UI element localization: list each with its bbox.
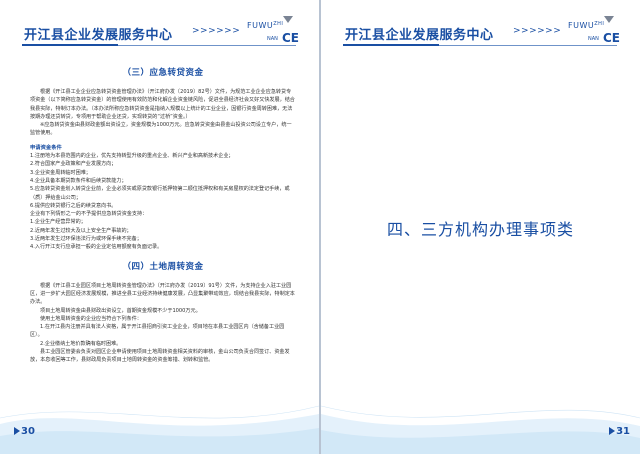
footer-wave-decoration xyxy=(321,405,640,454)
paragraph-land-cond-1: 1.在开江县内注册并具有法人资格，属于开江县招商引资工业企业，项目地在本县工业园… xyxy=(30,324,285,339)
page-number-arrow-icon xyxy=(609,427,616,435)
logo-zhi-text: ZHI xyxy=(594,21,605,27)
condition-line: 3.企业资金周转临时困难； xyxy=(30,169,91,176)
header-title: 开江县企业发展服务中心 xyxy=(345,28,494,43)
header-logo-nan: NAN xyxy=(588,36,599,42)
logo-fuwu-text: FUWU xyxy=(247,21,274,30)
condition-line: 1.注册地为本县范围内的企业，优先支持转型升级的重点企业、新兴产业和高新技术企业… xyxy=(30,153,234,160)
condition-line: 2.近两年发生过较大及以上安全生产事故的； xyxy=(30,227,132,234)
condition-line: 4.入行开江支行应承担一般的企业定信用额度有负面记录。 xyxy=(30,244,163,251)
header-triangle-icon xyxy=(604,16,614,23)
logo-zhi-text: ZHI xyxy=(273,21,284,27)
paragraph-land-cond-2: 2.企业缴纳土地价款确有临时困难。 xyxy=(40,340,122,347)
header-rule-light xyxy=(118,44,296,46)
left-page: 开江县企业发展服务中心 >>>>>> FUWUZHI NAN CE （三）应急转… xyxy=(0,0,319,454)
page-number-arrow-icon xyxy=(14,427,20,435)
page-header: 开江县企业发展服务中心 >>>>>> FUWUZHI NAN CE xyxy=(0,0,319,58)
paragraph-land-conditions: 使用土地周转资金的企业应当符合下列条件： xyxy=(40,315,142,322)
page-number-right-text: 31 xyxy=(616,426,630,437)
left-content: （三）应急转贷资金 根据《开江县工业企业应急转贷资金管理办法》（开江府办发〔20… xyxy=(30,66,296,365)
page-number-left-text: 30 xyxy=(21,426,35,437)
condition-line: 1.企业生产经营异常的； xyxy=(30,219,86,226)
header-arrows: >>>>>> xyxy=(192,26,241,36)
header-logo-fuwu: FUWUZHI xyxy=(568,21,604,30)
right-page: 开江县企业发展服务中心 >>>>>> FUWUZHI NAN CE 四、三方机构… xyxy=(321,0,640,454)
header-title: 开江县企业发展服务中心 xyxy=(24,28,173,43)
paragraph-loan-scale: ※应急转贷资金由县财政金额出资设立，资金规模为1000万元。应急转贷资金由县金山… xyxy=(30,122,292,137)
footer-wave-decoration xyxy=(0,405,319,454)
condition-line: 3.近两年发生过环保违法行为或环保手续不完备； xyxy=(30,236,142,243)
condition-line: 6.提供应转贷银行之后的续贷意向书。 xyxy=(30,202,117,209)
header-logo-nan: NAN xyxy=(267,36,278,42)
header-logo-ce: CE xyxy=(603,31,621,45)
condition-line: 5.应急转贷资金划入转贷企业前，企业必须实或原贷款银行抵押物第二顺位抵押权和有关… xyxy=(30,186,290,201)
paragraph-land-responsibility: 县工业园区管委会负责对园区企业申请使用项目土地周转资金相关资料的审核，金山公司负… xyxy=(30,349,290,364)
section-title-land-fund: （四）土地周转资金 xyxy=(122,261,204,272)
logo-fuwu-text: FUWU xyxy=(568,21,595,30)
subheading-conditions: 申请资金条件 xyxy=(30,144,62,151)
header-logo-ce: CE xyxy=(282,31,300,45)
page-number-left: 30 xyxy=(14,426,35,437)
header-triangle-icon xyxy=(283,16,293,23)
paragraph-land-policy: 根据《开江县工业园区项目土地周转资金管理办法》（开江府办发〔2019〕91号）文… xyxy=(30,282,295,306)
paragraph-land-scale: 项目土地周转资金由县财政出资设立，首期资金规模不少于1000万元。 xyxy=(40,307,201,314)
page-number-right: 31 xyxy=(609,426,630,437)
header-arrows: >>>>>> xyxy=(513,26,562,36)
header-rule-light xyxy=(439,44,617,46)
section-heading-third-party: 四、三方机构办理事项类 xyxy=(386,220,574,239)
page-header: 开江县企业发展服务中心 >>>>>> FUWUZHI NAN CE xyxy=(321,0,640,58)
condition-line: 企业有下列情形之一的不予提供应急转贷资金支持： xyxy=(30,211,148,218)
condition-line: 4.企业具备本期贷款条件和后续贷款能力； xyxy=(30,177,127,184)
header-rule-dark xyxy=(343,44,439,46)
condition-line: 2.符合国家产业政策和产业发展方向； xyxy=(30,161,117,168)
header-logo-fuwu: FUWUZHI xyxy=(247,21,283,30)
paragraph-loan-policy: 根据《开江县工业企业应急转贷资金管理办法》（开江府办发〔2019〕82号）文件，… xyxy=(30,89,295,120)
header-rule-dark xyxy=(22,44,118,46)
section-title-emergency-loan: （三）应急转贷资金 xyxy=(122,68,204,78)
